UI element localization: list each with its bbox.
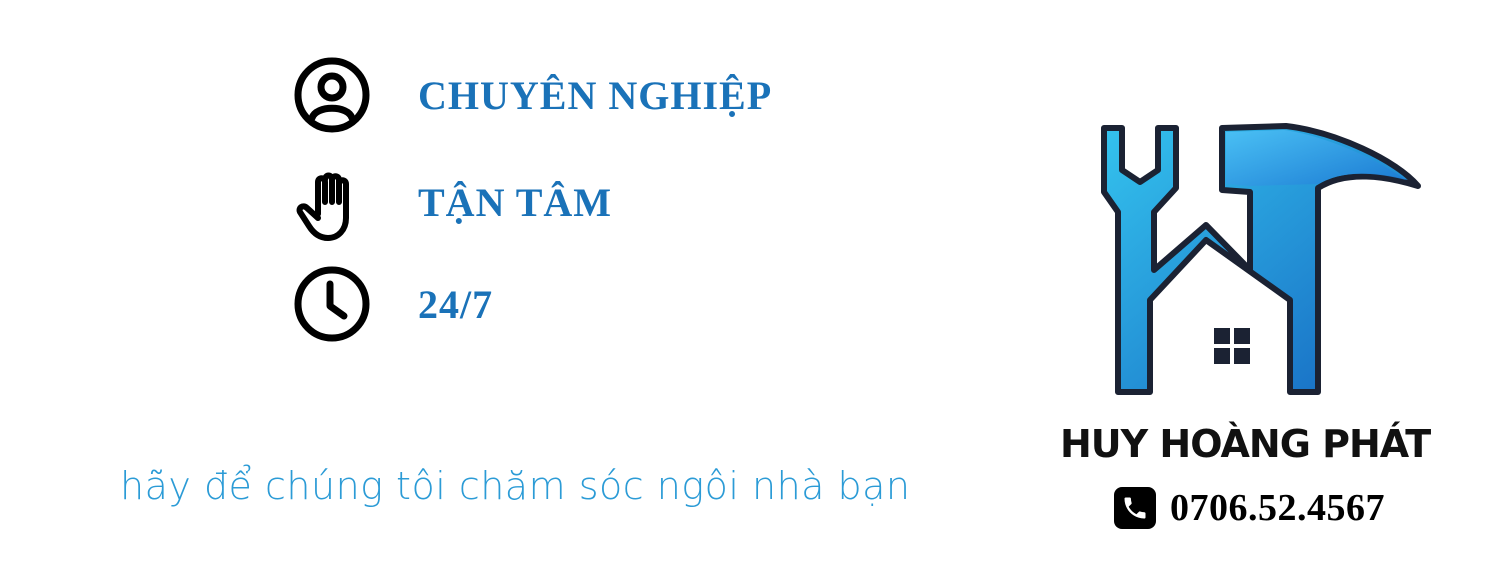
phone-contact[interactable]: 0706.52.4567 (1114, 486, 1385, 530)
phone-number[interactable]: 0706.52.4567 (1170, 486, 1385, 530)
feature-dedicated: TẬN TÂM (292, 162, 612, 242)
feature-professional: CHUYÊN NGHIỆP (292, 55, 772, 135)
feature-label: CHUYÊN NGHIỆP (418, 72, 773, 118)
tagline: hãy để chúng tôi chăm sóc ngôi nhà bạn (120, 464, 911, 508)
hand-icon (292, 162, 372, 242)
feature-label: 24/7 (418, 281, 494, 327)
feature-247: 24/7 (292, 264, 493, 344)
feature-label: TẬN TÂM (418, 179, 613, 225)
phone-icon (1114, 487, 1156, 529)
clock-icon (292, 264, 372, 344)
brand-name: HUY HOÀNG PHÁT (1060, 422, 1431, 466)
user-circle-icon (292, 55, 372, 135)
house-tools-logo (1096, 120, 1426, 400)
